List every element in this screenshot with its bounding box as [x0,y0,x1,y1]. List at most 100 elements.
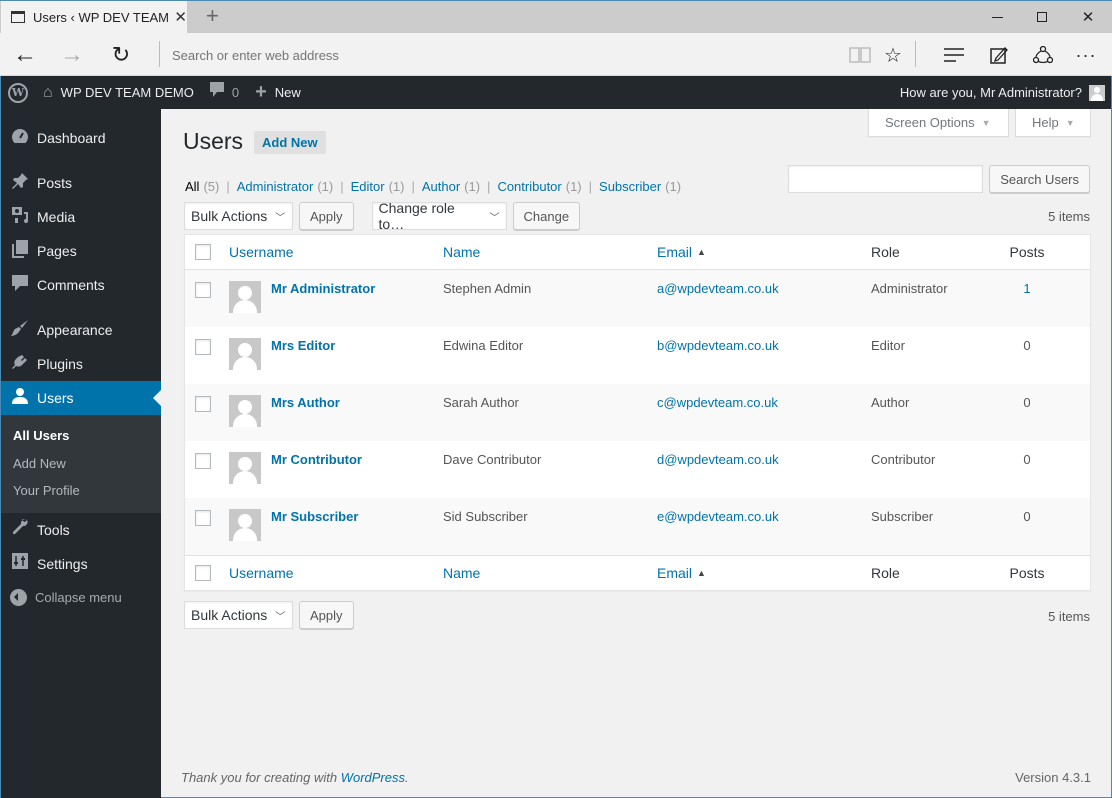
filter-editor[interactable]: Editor (1) [351,179,405,194]
submenu-all-users[interactable]: All Users [1,422,161,450]
greeting: How are you, Mr Administrator? [899,85,1082,100]
row-checkbox[interactable] [195,396,211,412]
avatar [229,338,261,370]
username-link[interactable]: Mrs Editor [271,338,335,370]
bulk-actions-value: Bulk Actions [191,607,268,623]
share-icon[interactable] [1030,42,1056,68]
sidebar-item-appearance[interactable]: Appearance [1,313,161,347]
sidebar-item-media[interactable]: Media [1,200,161,234]
sidebar-item-tools[interactable]: Tools [1,513,161,547]
comments-link[interactable]: 0 [202,76,247,109]
new-label: New [274,85,301,100]
favorite-star-icon[interactable]: ☆ [880,42,906,68]
role-cell: Author [871,395,910,410]
username-link[interactable]: Mr Subscriber [271,509,358,541]
sort-name[interactable]: Name [443,244,480,260]
email-link[interactable]: b@wpdevteam.co.uk [657,338,779,353]
new-content-link[interactable]: + New [247,76,309,109]
users-table: Username Name Email ▲ Role Posts Mr Admin… [184,234,1091,591]
site-name: WP DEV TEAM DEMO [60,85,194,100]
comment-icon [209,82,224,103]
sidebar-item-plugins[interactable]: Plugins [1,347,161,381]
sidebar-item-posts[interactable]: Posts [1,166,161,200]
collapse-menu-button[interactable]: Collapse menu [1,581,161,615]
new-tab-button[interactable]: + [206,3,219,29]
sort-name[interactable]: Name [443,565,480,581]
filter-contributor[interactable]: Contributor (1) [497,179,581,194]
row-checkbox[interactable] [195,282,211,298]
users-icon [10,387,30,410]
sort-email[interactable]: Email ▲ [657,244,706,260]
sort-username[interactable]: Username [229,244,294,260]
submenu-add-new[interactable]: Add New [1,450,161,478]
row-checkbox[interactable] [195,453,211,469]
select-all-checkbox[interactable] [195,244,211,260]
screen-options-button[interactable]: Screen Options ▼ [868,109,1009,137]
username-link[interactable]: Mrs Author [271,395,340,427]
back-button[interactable]: ← [10,41,40,69]
username-link[interactable]: Mr Contributor [271,452,362,484]
reading-view-icon[interactable] [847,42,873,68]
row-checkbox[interactable] [195,339,211,355]
sort-email[interactable]: Email ▲ [657,565,706,581]
sidebar-label: Tools [37,521,70,538]
wordpress-logo-icon: W [8,82,28,103]
browser-toolbar: ← → ↻ ☆ ··· [0,33,1112,76]
sidebar-item-settings[interactable]: Settings [1,547,161,581]
plus-icon: + [255,81,267,103]
web-note-icon[interactable] [986,42,1012,68]
media-icon [10,206,30,229]
posts-count-link[interactable]: 1 [1023,281,1030,296]
sidebar-item-users[interactable]: Users [1,381,161,415]
search-users-input[interactable] [788,165,984,193]
apply-button[interactable]: Apply [299,202,354,230]
row-checkbox[interactable] [195,510,211,526]
sidebar-item-comments[interactable]: Comments [1,268,161,302]
toolbar-divider [159,41,160,67]
select-all-checkbox[interactable] [195,565,211,581]
sidebar-item-pages[interactable]: Pages [1,234,161,268]
search-users-button[interactable]: Search Users [989,165,1090,193]
email-link[interactable]: d@wpdevteam.co.uk [657,452,779,467]
change-role-button[interactable]: Change [512,202,581,230]
browser-tab[interactable]: Users ‹ WP DEV TEAM D ✕ [1,1,187,33]
site-name-link[interactable]: ⌂ WP DEV TEAM DEMO [35,76,202,109]
sidebar-label: Plugins [37,356,83,372]
add-new-user-button[interactable]: Add New [254,131,326,154]
forward-button[interactable]: → [57,41,87,69]
sort-ascending-icon: ▲ [697,247,706,257]
refresh-button[interactable]: ↻ [106,41,136,69]
bulk-actions-select[interactable]: Bulk Actions ﹀ [184,202,293,230]
tab-title: Users ‹ WP DEV TEAM D [32,9,169,25]
bulk-actions-select-bottom[interactable]: Bulk Actions ﹀ [184,601,293,629]
sidebar-item-dashboard[interactable]: Dashboard [1,121,161,155]
change-role-select[interactable]: Change role to… ﹀ [371,200,507,232]
close-window-button[interactable]: ✕ [1065,1,1111,33]
filter-subscriber[interactable]: Subscriber (1) [599,179,681,194]
filter-separator: | [411,179,415,194]
sort-username[interactable]: Username [229,565,294,581]
filter-author[interactable]: Author (1) [422,179,480,194]
hub-icon[interactable] [941,42,967,68]
wordpress-link[interactable]: WordPress [341,770,405,785]
minimize-button[interactable] [974,1,1020,33]
filter-all[interactable]: All (5) [185,179,219,194]
pages-icon [10,239,30,263]
wp-logo-menu[interactable]: W [1,76,35,109]
email-link[interactable]: e@wpdevteam.co.uk [657,509,779,524]
email-link[interactable]: c@wpdevteam.co.uk [657,395,778,410]
more-icon[interactable]: ··· [1073,42,1099,68]
filter-administrator[interactable]: Administrator (1) [237,179,333,194]
my-account-menu[interactable]: How are you, Mr Administrator? [892,76,1111,109]
submenu-your-profile[interactable]: Your Profile [1,477,161,505]
apply-button-bottom[interactable]: Apply [299,601,354,629]
email-link[interactable]: a@wpdevteam.co.uk [657,281,779,296]
search-box: Search Users [788,165,1090,193]
maximize-button[interactable] [1019,1,1065,33]
help-button[interactable]: Help ▼ [1015,109,1091,137]
footer-version: Version 4.3.1 [1015,770,1091,785]
avatar [229,452,261,484]
username-link[interactable]: Mr Administrator [271,281,375,313]
address-bar-input[interactable] [172,45,832,65]
close-tab-icon[interactable]: ✕ [174,8,187,26]
